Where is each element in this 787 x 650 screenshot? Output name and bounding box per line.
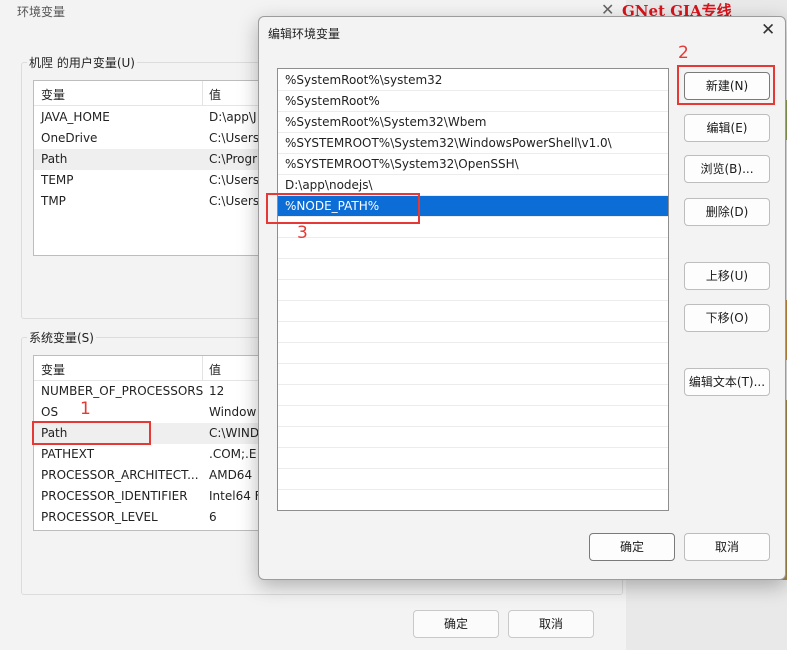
column-header-value[interactable]: 值	[209, 86, 221, 103]
path-item-empty[interactable]	[278, 301, 668, 322]
window-title: 环境变量	[17, 5, 66, 19]
annotation-number-2: 2	[678, 43, 689, 63]
var-name: NUMBER_OF_PROCESSORS	[41, 384, 204, 398]
annotation-number-3: 3	[297, 223, 308, 243]
path-item-empty[interactable]	[278, 364, 668, 385]
var-name: PROCESSOR_LEVEL	[41, 510, 158, 524]
path-item-empty[interactable]	[278, 343, 668, 364]
annotation-number-1: 1	[80, 399, 91, 419]
annotation-box-3	[266, 193, 420, 224]
var-value: Intel64 F	[209, 489, 262, 503]
path-text: %SYSTEMROOT%\System32\OpenSSH\	[285, 157, 519, 171]
path-item-empty[interactable]	[278, 469, 668, 490]
annotation-box-2	[677, 65, 775, 105]
ok-button[interactable]: 确定	[589, 533, 675, 561]
var-value: C:\WIND	[209, 426, 260, 440]
var-name: JAVA_HOME	[41, 110, 110, 124]
var-name: PROCESSOR_ARCHITECT...	[41, 468, 199, 482]
path-text: %SystemRoot%\System32\Wbem	[285, 115, 487, 129]
path-item-empty[interactable]	[278, 322, 668, 343]
path-text: %SystemRoot%\system32	[285, 73, 443, 87]
path-item-empty[interactable]	[278, 406, 668, 427]
var-value: 6	[209, 510, 217, 524]
path-item[interactable]: %SYSTEMROOT%\System32\OpenSSH\	[278, 154, 668, 175]
path-item[interactable]: %SystemRoot%\System32\Wbem	[278, 112, 668, 133]
var-value: .COM;.E	[209, 447, 257, 461]
path-item-empty[interactable]	[278, 490, 668, 510]
var-value: C:\Users	[209, 131, 260, 145]
path-list[interactable]: %SystemRoot%\system32 %SystemRoot% %Syst…	[277, 68, 669, 511]
edit-button[interactable]: 编辑(E)	[684, 114, 770, 142]
move-down-button[interactable]: 下移(O)	[684, 304, 770, 332]
path-item[interactable]: %SystemRoot%	[278, 91, 668, 112]
path-item[interactable]: %SystemRoot%\system32	[278, 70, 668, 91]
edit-environment-variable-dialog: 编辑环境变量 ✕ %SystemRoot%\system32 %SystemRo…	[258, 16, 786, 580]
edit-text-button[interactable]: 编辑文本(T)...	[684, 368, 770, 396]
var-value: Window	[209, 405, 257, 419]
column-header-variable[interactable]: 变量	[41, 361, 65, 378]
path-item-empty[interactable]	[278, 259, 668, 280]
path-text: %SYSTEMROOT%\System32\WindowsPowerShell\…	[285, 136, 612, 150]
path-item[interactable]: %SYSTEMROOT%\System32\WindowsPowerShell\…	[278, 133, 668, 154]
delete-button[interactable]: 删除(D)	[684, 198, 770, 226]
var-name: PROCESSOR_IDENTIFIER	[41, 489, 188, 503]
browse-button[interactable]: 浏览(B)...	[684, 155, 770, 183]
path-text: %SystemRoot%	[285, 94, 380, 108]
var-value: AMD64	[209, 468, 253, 482]
var-name: OS	[41, 405, 59, 419]
path-item-empty[interactable]	[278, 448, 668, 469]
var-name: TMP	[41, 194, 66, 208]
column-header-variable[interactable]: 变量	[41, 86, 65, 103]
path-item-empty[interactable]	[278, 427, 668, 448]
var-value: C:\Users	[209, 194, 260, 208]
path-item-empty[interactable]	[278, 280, 668, 301]
dialog-title: 编辑环境变量	[268, 27, 341, 41]
ok-button[interactable]: 确定	[413, 610, 499, 638]
column-header-value[interactable]: 值	[209, 361, 221, 378]
cancel-button[interactable]: 取消	[508, 610, 594, 638]
close-icon[interactable]: ✕	[761, 20, 775, 40]
var-value: D:\app\J	[209, 110, 257, 124]
var-value: 12	[209, 384, 225, 398]
user-variables-label: 机陧 的用户变量(U)	[27, 54, 137, 71]
cancel-button[interactable]: 取消	[684, 533, 770, 561]
var-name: TEMP	[41, 173, 74, 187]
system-variables-label: 系统变量(S)	[27, 329, 96, 346]
var-name: OneDrive	[41, 131, 98, 145]
path-item-empty[interactable]	[278, 385, 668, 406]
move-up-button[interactable]: 上移(U)	[684, 262, 770, 290]
var-name: PATHEXT	[41, 447, 95, 461]
var-name: Path	[41, 152, 68, 166]
annotation-box-1	[32, 421, 151, 445]
var-value: C:\Users	[209, 173, 260, 187]
path-text: D:\app\nodejs\	[285, 178, 373, 192]
var-value: C:\Progr	[209, 152, 258, 166]
path-item-empty[interactable]	[278, 238, 668, 259]
